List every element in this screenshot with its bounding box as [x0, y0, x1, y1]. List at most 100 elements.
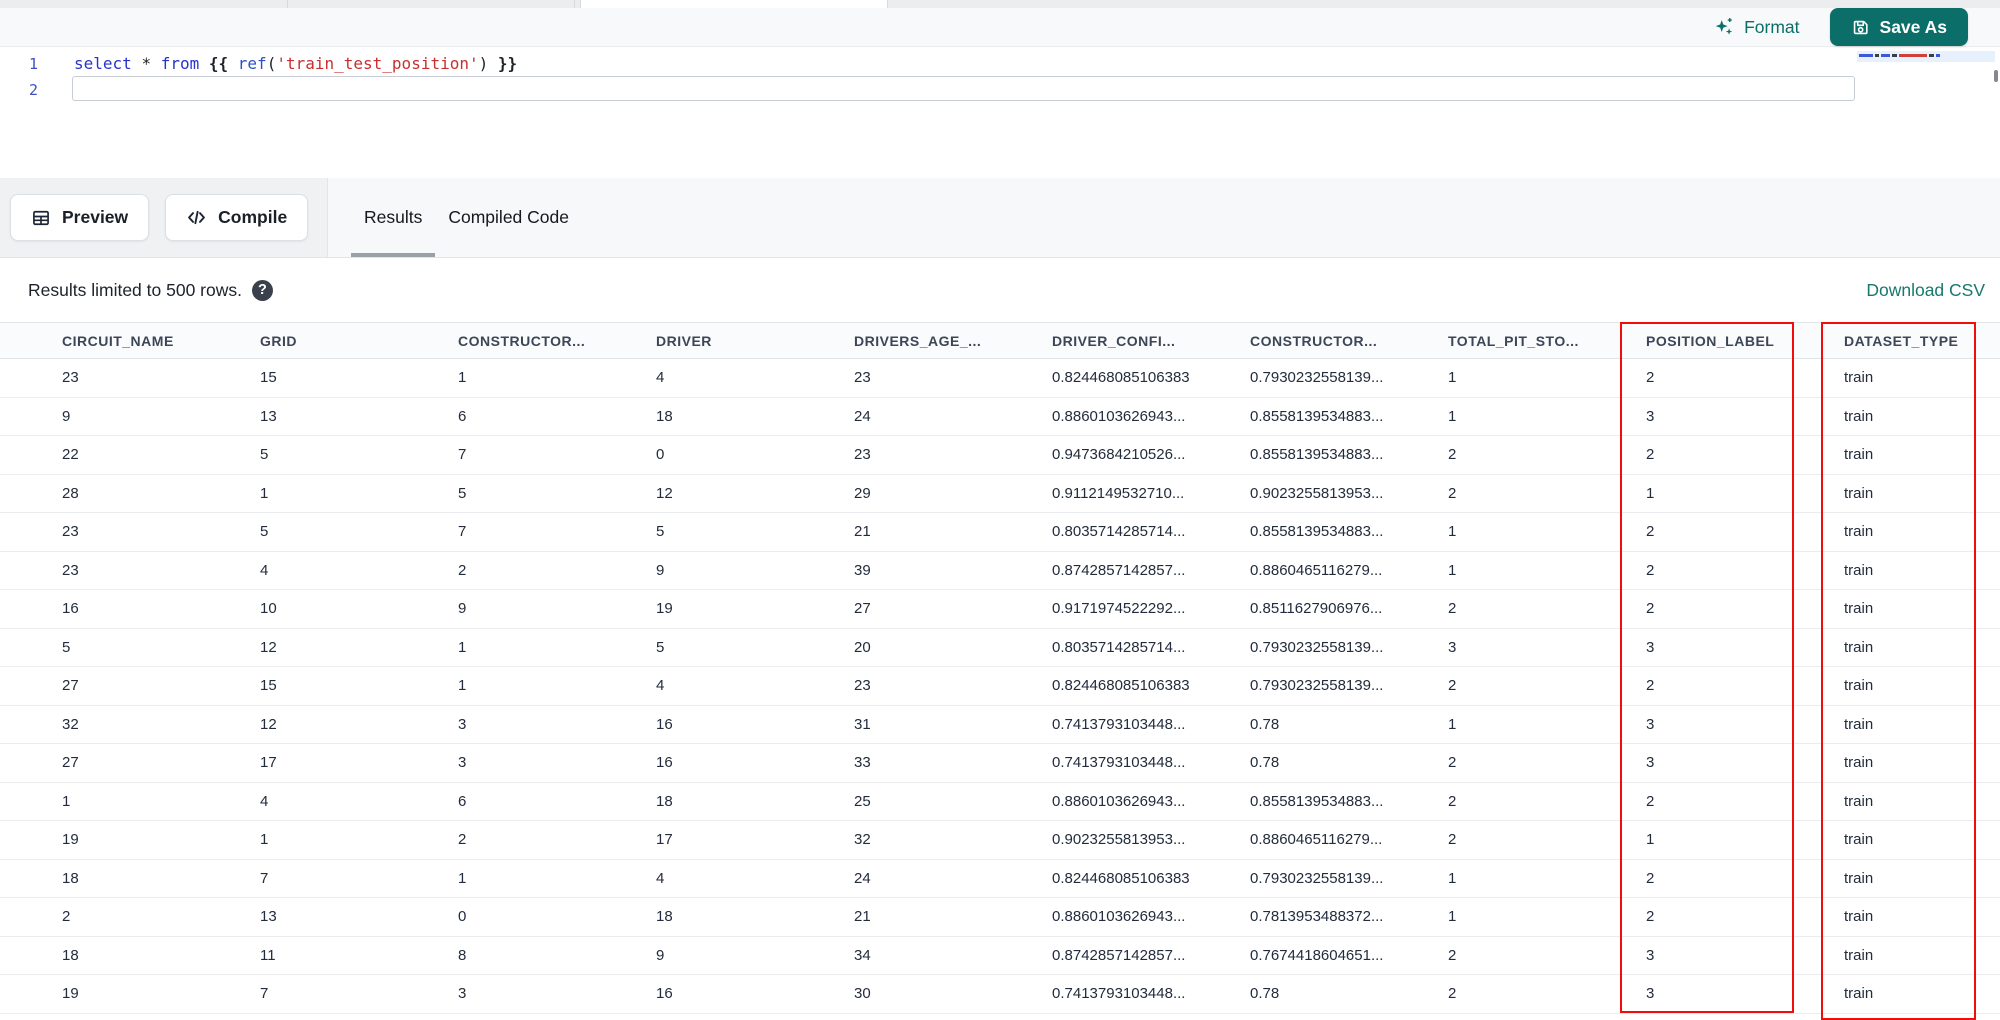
table-cell: 11: [260, 946, 276, 964]
table-cell: 32: [62, 715, 79, 733]
table-cell: 3: [1646, 946, 1655, 964]
table-cell: 2: [1646, 446, 1655, 464]
table-cell: 0.8035714285714...: [1052, 638, 1186, 656]
table-cell: 12: [656, 484, 673, 502]
table-cell: 27: [62, 677, 79, 695]
table-row: 22 5 7 0 23 0.9473684210526... 0.8558139534883…: [0, 436, 2000, 475]
table-cell: 4: [260, 792, 269, 810]
format-button[interactable]: Format: [1713, 16, 1800, 38]
table-cell: 1: [1448, 869, 1457, 887]
table-body: 23 15 1 4 23 0.824468085106383 0.7930232558139…: [0, 359, 2000, 1014]
table-cell: train: [1844, 792, 1874, 810]
tab-divider: [287, 0, 288, 8]
table-cell: 1: [1646, 831, 1655, 849]
table-cell: 0.8860103626943...: [1052, 407, 1186, 425]
action-band-left: Preview Compile: [0, 178, 328, 257]
help-icon[interactable]: [251, 279, 273, 301]
table-cell: 7: [260, 985, 269, 1003]
minimap-code-line: [1857, 51, 1995, 57]
table-cell: 0.9473684210526...: [1052, 446, 1186, 464]
table-cell: 30: [854, 985, 871, 1003]
table-row: 9 13 6 18 24 0.8860103626943... 0.855813953488…: [0, 397, 2000, 436]
tab-compiled-code[interactable]: Compiled Code: [435, 178, 582, 257]
table-cell: 24: [854, 407, 871, 425]
table-row: 23 15 1 4 23 0.824468085106383 0.7930232558139…: [0, 359, 2000, 398]
editor-scrollbar[interactable]: [1994, 70, 1998, 82]
results-meta: Results limited to 500 rows. Download CS…: [0, 258, 2000, 322]
table-cell: train: [1844, 908, 1874, 926]
active-line-box[interactable]: [72, 76, 1855, 101]
table-cell: 5: [260, 446, 269, 464]
table-cell: 4: [656, 869, 665, 887]
table-cell: 2: [1448, 677, 1457, 695]
table-row: 1 4 6 18 25 0.8860103626943... 0.8558139534883…: [0, 782, 2000, 821]
table-cell: 7: [458, 523, 467, 541]
code-line[interactable]: select * from {{ ref('train_test_positio…: [74, 51, 517, 76]
table-cell: 15: [260, 369, 277, 387]
line-number-1: 1: [28, 55, 38, 73]
table-row: 19 1 2 17 32 0.9023255813953... 0.886046511627…: [0, 821, 2000, 860]
action-band: Preview Compile Results Compiled Code: [0, 178, 2000, 258]
editor-header: Format Save As: [0, 8, 2000, 47]
table-cell: 0.9023255813953...: [1250, 484, 1384, 502]
table-cell: 24: [854, 869, 871, 887]
table-cell: 2: [1448, 946, 1457, 964]
table-cell: 20: [854, 638, 871, 656]
table-cell: 1: [1448, 908, 1457, 926]
table-cell: 1: [458, 638, 467, 656]
download-csv-link[interactable]: Download CSV: [1866, 280, 1985, 301]
table-cell: 1: [62, 792, 71, 810]
table-cell: 0.8860103626943...: [1052, 908, 1186, 926]
editor-minimap[interactable]: [1857, 51, 1995, 62]
table-cell: 34: [854, 946, 871, 964]
save-as-button[interactable]: Save As: [1829, 8, 1968, 46]
compile-button[interactable]: Compile: [165, 194, 309, 241]
table-cell: 25: [854, 792, 871, 810]
column-header: CONSTRUCTOR...: [458, 332, 586, 349]
table-cell: 21: [854, 908, 871, 926]
table-cell: 0.8742857142857...: [1052, 946, 1186, 964]
code-token: select: [74, 54, 142, 73]
table-cell: train: [1844, 715, 1874, 733]
table-cell: 2: [1646, 600, 1655, 618]
table-cell: 0.8860465116279...: [1250, 831, 1383, 849]
table-cell: 1: [1448, 369, 1457, 387]
table-cell: 1: [458, 369, 467, 387]
table-cell: 0.7813953488372...: [1250, 908, 1384, 926]
table-cell: 3: [1646, 985, 1655, 1003]
compile-label: Compile: [218, 207, 288, 227]
table-cell: 0: [656, 446, 665, 464]
tab-results[interactable]: Results: [351, 178, 436, 257]
table-cell: 0.824468085106383: [1052, 369, 1190, 387]
preview-button[interactable]: Preview: [10, 194, 150, 241]
table-cell: 0.9112149532710...: [1052, 484, 1185, 502]
table-cell: 0.7930232558139...: [1250, 638, 1384, 656]
table-cell: 0.7413793103448...: [1052, 715, 1186, 733]
table-cell: 7: [458, 446, 467, 464]
table-cell: 4: [656, 677, 665, 695]
code-token: ): [478, 54, 489, 73]
table-cell: 17: [656, 831, 673, 849]
table-cell: 5: [458, 484, 467, 502]
table-cell: 0.7674418604651...: [1250, 946, 1384, 964]
code-token: 'train_test_position': [276, 54, 479, 73]
table-cell: train: [1844, 638, 1874, 656]
table-cell: 39: [854, 561, 871, 579]
active-file-tab[interactable]: [580, 0, 888, 8]
table-cell: 0.7413793103448...: [1052, 985, 1186, 1003]
table-header-row: CIRCUIT_NAME GRID CONSTRUCTOR... DRIVER DRIV…: [0, 322, 2000, 359]
table-cell: 23: [62, 369, 79, 387]
table-cell: train: [1844, 484, 1874, 502]
table-cell: 2: [1448, 792, 1457, 810]
table-cell: 18: [62, 946, 79, 964]
table-cell: train: [1844, 754, 1874, 772]
table-grid-icon: [31, 208, 51, 228]
sql-editor[interactable]: 1 2 select * from {{ ref('train_test_pos…: [0, 48, 2000, 178]
table-cell: 0.8558139534883...: [1250, 407, 1384, 425]
table-cell: 2: [1448, 484, 1457, 502]
table-cell: train: [1844, 831, 1874, 849]
table-cell: 3: [1646, 407, 1655, 425]
table-cell: 16: [656, 715, 673, 733]
table-cell: 9: [656, 561, 665, 579]
table-cell: 31: [854, 715, 871, 733]
